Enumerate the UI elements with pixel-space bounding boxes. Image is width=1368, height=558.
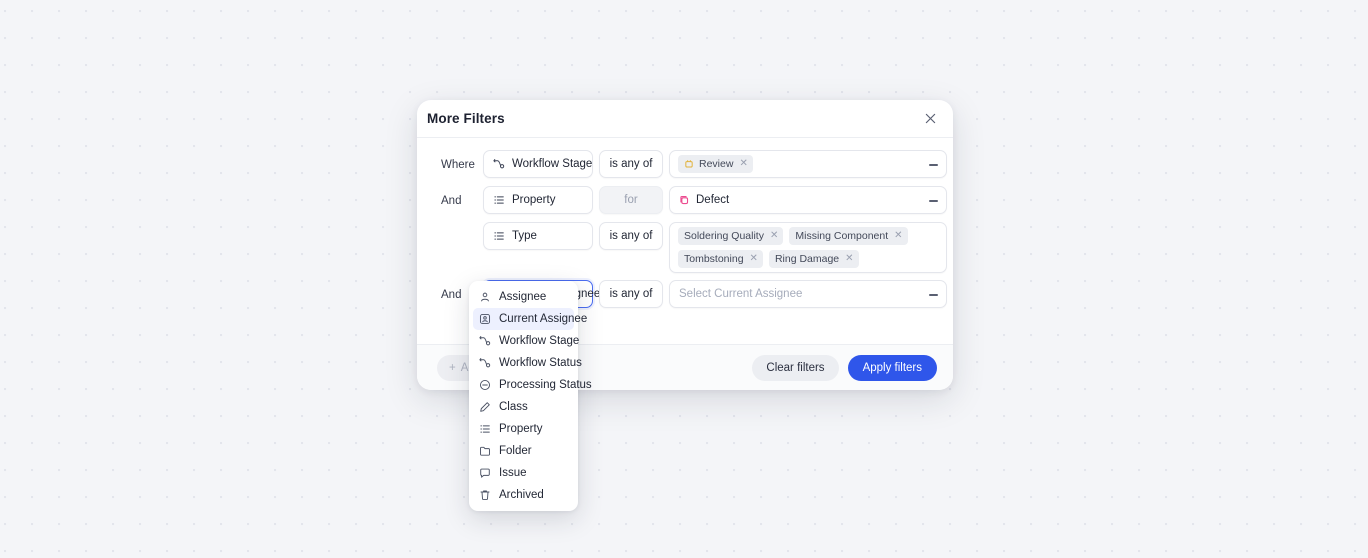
chip-remove-icon[interactable]: ✕ — [750, 254, 758, 264]
value-chip[interactable]: Tombstoning ✕ — [678, 250, 763, 268]
field-label: Type — [512, 230, 537, 242]
chip-remove-icon[interactable]: ✕ — [739, 159, 747, 169]
modal-header: More Filters — [417, 100, 953, 138]
trash-icon — [479, 489, 491, 501]
dropdown-item-workflow-status[interactable]: Workflow Status — [473, 352, 582, 374]
dropdown-item-archived[interactable]: Archived — [473, 484, 574, 506]
minus-circle-icon — [479, 379, 491, 391]
dropdown-item-label: Folder — [499, 445, 532, 457]
workflow-icon — [479, 335, 491, 347]
chip-remove-icon[interactable]: ✕ — [770, 231, 778, 241]
dropdown-item-label: Assignee — [499, 291, 547, 303]
field-label: Property — [512, 194, 556, 206]
row-conjunction: Where — [441, 159, 475, 171]
filter-row: And Property for Defect — [417, 186, 953, 215]
clear-filters-button[interactable]: Clear filters — [752, 354, 839, 381]
remove-row-button[interactable] — [927, 159, 939, 171]
value-chip[interactable]: Missing Component ✕ — [789, 227, 908, 245]
dropdown-item-assignee[interactable]: Assignee — [473, 286, 574, 308]
list-icon — [493, 230, 505, 242]
folder-icon — [479, 445, 491, 457]
dropdown-item-current-assignee[interactable]: Current Assignee — [473, 308, 587, 330]
dropdown-item-workflow-stage[interactable]: Workflow Stage — [473, 330, 579, 352]
pencil-icon — [479, 401, 491, 413]
value-input-current-assignee[interactable]: Select Current Assignee — [669, 280, 947, 308]
row-conjunction: And — [441, 195, 462, 207]
field-dropdown-menu: Assignee Current Assignee Workflow Stage — [469, 281, 592, 511]
plus-icon: + — [449, 361, 456, 374]
dropdown-item-label: Class — [499, 401, 528, 413]
list-icon — [493, 194, 505, 206]
dropdown-item-label: Issue — [499, 467, 527, 479]
list-icon — [479, 423, 491, 435]
value-chip[interactable]: Soldering Quality ✕ — [678, 227, 784, 245]
row-conjunction — [441, 222, 483, 223]
current-assignee-icon — [479, 313, 491, 325]
workflow-icon — [493, 158, 505, 170]
footer-actions: Clear filters Apply filters — [752, 354, 937, 381]
field-select-type[interactable]: Type — [483, 222, 593, 250]
field-select-property[interactable]: Property — [483, 186, 593, 214]
defect-icon — [679, 195, 689, 205]
value-input-workflow-stage[interactable]: Review ✕ — [669, 150, 947, 178]
dropdown-item-label: Workflow Stage — [499, 335, 580, 347]
apply-filters-button[interactable]: Apply filters — [847, 354, 937, 381]
dropdown-item-class[interactable]: Class — [473, 396, 574, 418]
stage-badge-icon — [684, 159, 694, 169]
value-chip[interactable]: Review ✕ — [678, 155, 753, 173]
value-input-property[interactable]: Defect — [669, 186, 947, 214]
dropdown-item-label: Archived — [499, 489, 544, 501]
dropdown-item-folder[interactable]: Folder — [473, 440, 574, 462]
chip-label: Missing Component — [795, 230, 889, 242]
chip-label: Soldering Quality — [684, 230, 764, 242]
filter-row: Where Workflow Stage is any of Review ✕ — [417, 150, 953, 179]
dropdown-item-processing-status[interactable]: Processing Status — [473, 374, 592, 396]
operator-select[interactable]: is any of — [599, 222, 663, 250]
dropdown-item-label: Current Assignee — [499, 313, 588, 325]
chip-label: Ring Damage — [774, 253, 840, 265]
chip-remove-icon[interactable]: ✕ — [845, 254, 853, 264]
chip-label: Review — [699, 158, 734, 170]
page-background: { "modal": { "title": "More Filters", "c… — [0, 0, 1368, 558]
value-chip[interactable]: Ring Damage ✕ — [768, 250, 859, 268]
remove-row-button[interactable] — [927, 195, 939, 207]
inline-value: Defect — [679, 194, 729, 206]
page-title: More Filters — [427, 111, 505, 126]
close-icon[interactable] — [920, 109, 940, 129]
value-placeholder: Select Current Assignee — [679, 288, 803, 300]
dropdown-item-property[interactable]: Property — [473, 418, 574, 440]
chat-icon — [479, 467, 491, 479]
inline-value-label: Defect — [696, 194, 730, 206]
workflow-icon — [479, 357, 491, 369]
remove-row-button[interactable] — [927, 289, 939, 301]
operator-select[interactable]: is any of — [599, 280, 663, 308]
dropdown-item-label: Workflow Status — [499, 357, 582, 369]
field-select-workflow-stage[interactable]: Workflow Stage — [483, 150, 593, 178]
filter-row: Type is any of Soldering Quality ✕ Missi… — [417, 222, 953, 273]
operator-select[interactable]: is any of — [599, 150, 663, 178]
chip-remove-icon[interactable]: ✕ — [894, 231, 902, 241]
chip-label: Tombstoning — [684, 253, 744, 265]
operator-select: for — [599, 186, 663, 214]
value-input-type[interactable]: Soldering Quality ✕ Missing Component ✕ … — [669, 222, 947, 273]
field-label: Workflow Stage — [512, 158, 593, 170]
dropdown-item-label: Property — [499, 423, 543, 435]
dropdown-item-label: Processing Status — [499, 379, 592, 391]
assignee-icon — [479, 291, 491, 303]
dropdown-item-issue[interactable]: Issue — [473, 462, 574, 484]
